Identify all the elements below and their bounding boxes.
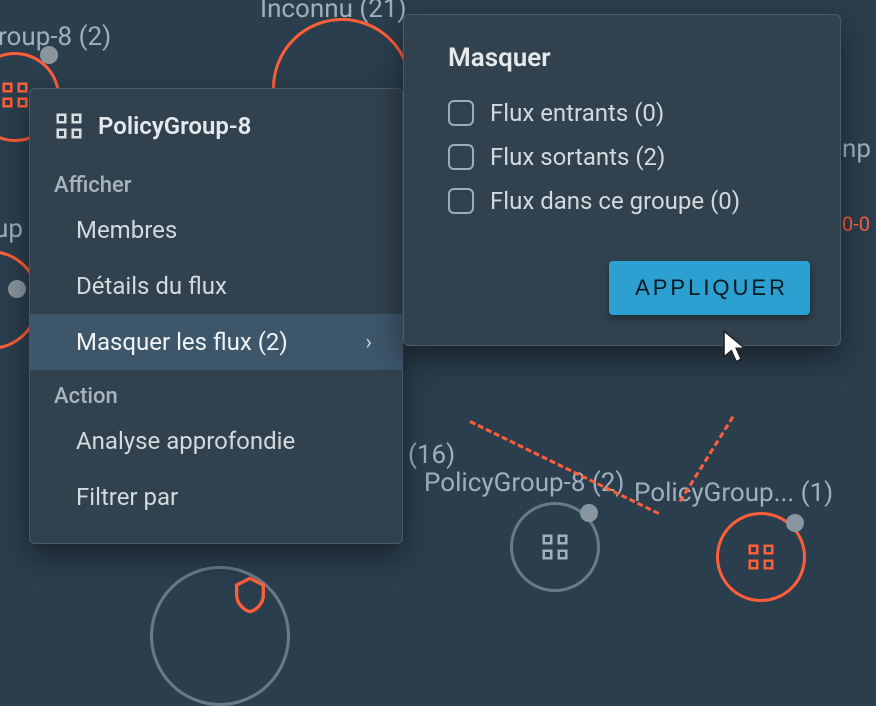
group-icon [0, 80, 30, 110]
menu-item-filtrer[interactable]: Filtrer par [30, 469, 402, 525]
checkbox-row-sortants[interactable]: Flux sortants (2) [434, 135, 810, 179]
menu-item-membres[interactable]: Membres [30, 202, 402, 258]
checkbox-label: Flux sortants (2) [490, 143, 665, 171]
menu-item-label: Détails du flux [76, 272, 227, 300]
menu-item-label: Analyse approfondie [76, 427, 295, 455]
group-icon [540, 532, 570, 562]
bg-label-left-frag2: up [0, 214, 23, 244]
bg-label-right-frag2: 0-0 [842, 212, 870, 236]
menu-item-masquer-flux[interactable]: Masquer les flux (2) › [30, 314, 402, 370]
section-action: Action [30, 378, 402, 413]
checkbox-icon[interactable] [448, 144, 474, 170]
checkbox-icon[interactable] [448, 188, 474, 214]
menu-item-label: Membres [76, 216, 177, 244]
context-menu: PolicyGroup-8 Afficher Membres Détails d… [29, 88, 403, 544]
policygroup-icon [54, 111, 84, 141]
checkbox-label: Flux dans ce groupe (0) [490, 187, 740, 215]
bg-node-circle-bottom-gray [150, 566, 290, 706]
bg-edge-dashed [469, 420, 659, 515]
bg-label-right-frag1: np [842, 134, 871, 164]
checkbox-icon[interactable] [448, 100, 474, 126]
bg-label-policygroup-trunc: PolicyGroup... (1) [634, 478, 833, 508]
bg-edge-dashed [679, 416, 735, 502]
checkbox-label: Flux entrants (0) [490, 99, 664, 127]
node-badge-icon [786, 514, 804, 532]
context-menu-title: PolicyGroup-8 [98, 112, 251, 140]
bg-label-policygroup8-lower: PolicyGroup-8 (2) [424, 468, 624, 498]
checkbox-row-entrants[interactable]: Flux entrants (0) [434, 91, 810, 135]
submenu-title: Masquer [434, 43, 810, 73]
node-badge-icon [580, 504, 598, 522]
shield-icon [230, 575, 260, 605]
chevron-right-icon: › [365, 330, 372, 355]
menu-item-label: Filtrer par [76, 483, 178, 511]
bg-label-16: (16) [408, 440, 455, 470]
menu-item-label: Masquer les flux (2) [76, 328, 288, 356]
menu-item-analyse[interactable]: Analyse approfondie [30, 413, 402, 469]
bg-label-policygroup8-frag: roup-8 (2) [0, 22, 111, 52]
apply-button[interactable]: APPLIQUER [609, 261, 810, 315]
section-afficher: Afficher [30, 167, 402, 202]
node-badge-icon [40, 46, 58, 64]
node-badge-icon [8, 280, 26, 298]
checkbox-row-groupe[interactable]: Flux dans ce groupe (0) [434, 179, 810, 223]
masquer-submenu: Masquer Flux entrants (0) Flux sortants … [403, 14, 841, 346]
context-menu-header: PolicyGroup-8 [30, 89, 402, 159]
menu-item-details[interactable]: Détails du flux [30, 258, 402, 314]
bg-label-inconnu: Inconnu (21) [260, 0, 407, 24]
group-icon [746, 542, 776, 572]
